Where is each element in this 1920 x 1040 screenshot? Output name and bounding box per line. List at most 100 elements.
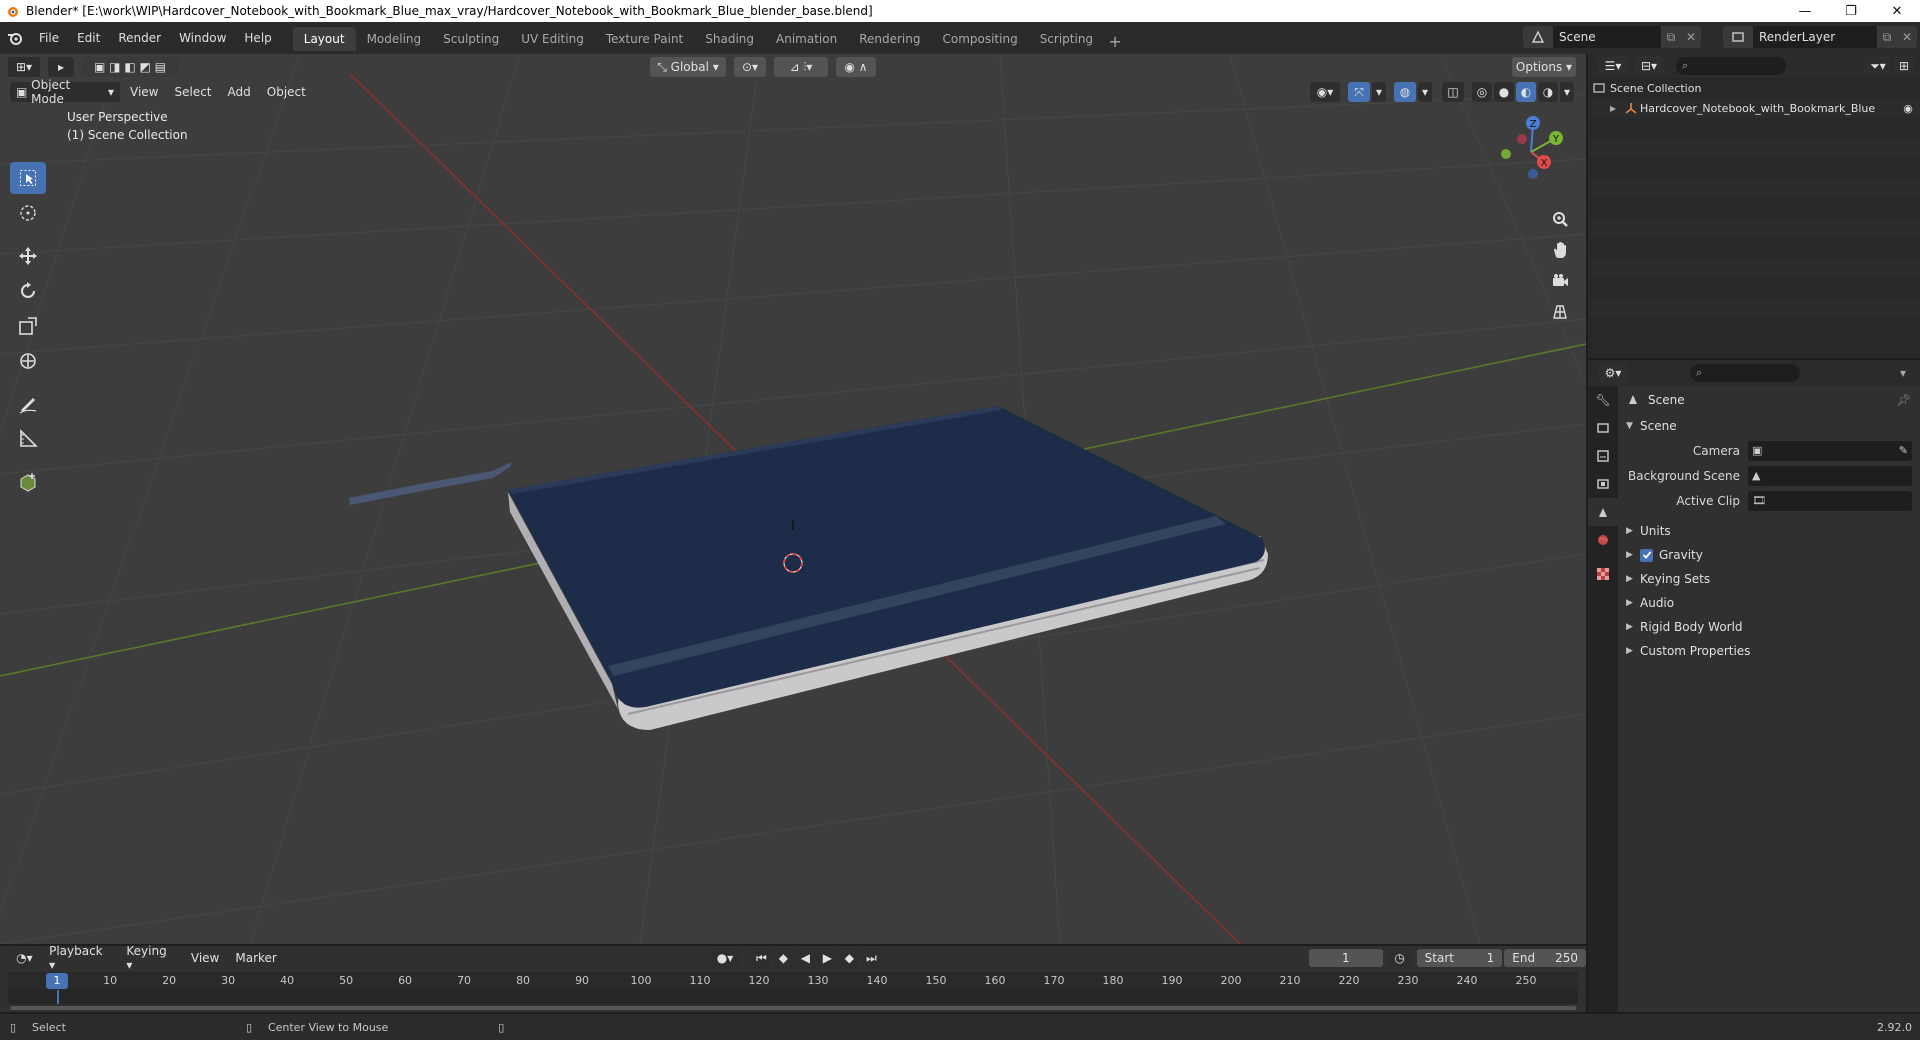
options-dropdown[interactable]: Options ▾ (1512, 57, 1576, 77)
tab-animation[interactable]: Animation (765, 27, 848, 51)
menu-window[interactable]: Window (170, 26, 235, 50)
play-reverse-icon[interactable]: ◀ (795, 948, 816, 968)
menu-playback[interactable]: Playback ▾ (41, 944, 118, 972)
add-workspace-icon[interactable]: + (1104, 32, 1126, 51)
restore-icon[interactable]: ❐ (1828, 0, 1874, 22)
proportional-edit-icon[interactable]: ◉ ∧ (836, 57, 876, 77)
transform-tool-icon[interactable] (10, 345, 46, 377)
jump-end-icon[interactable]: ⏭ (861, 948, 882, 968)
minimize-icon[interactable]: — (1782, 0, 1828, 22)
tab-modeling[interactable]: Modeling (356, 27, 433, 51)
expand-arrow-icon[interactable]: ▶ (1610, 104, 1622, 113)
end-frame-field[interactable]: End 250 (1504, 949, 1587, 967)
shading-dropdown-icon[interactable]: ▾ (1560, 82, 1574, 102)
3d-viewport[interactable]: ⊞▾ ▸ ▣ ◨ ◧ ◩ ▤ ⤡ Global ▾ ⊙▾ ⊿ ⫶▾ ◉ ∧ Op… (0, 54, 1586, 944)
gizmo-neg-z-handle[interactable] (1528, 169, 1538, 179)
pan-hand-icon[interactable] (1545, 235, 1575, 265)
renderlayer-name[interactable]: RenderLayer (1753, 26, 1877, 48)
menu-file[interactable]: File (30, 26, 68, 50)
properties-options-icon[interactable]: ▾ (1900, 366, 1920, 380)
texture-tab-icon[interactable] (1588, 560, 1618, 588)
panel-audio[interactable]: ▶ Audio (1618, 591, 1920, 615)
eye-icon[interactable]: ◉ (1896, 102, 1920, 115)
new-collection-icon[interactable]: ⊞ (1894, 56, 1914, 76)
current-frame-field[interactable]: 1 (1308, 949, 1383, 967)
outliner-editor-type-icon[interactable]: ☰▾ (1598, 56, 1628, 76)
measure-tool-icon[interactable] (10, 423, 46, 455)
panel-scene[interactable]: ▼ Scene (1618, 414, 1920, 438)
panel-keying-sets[interactable]: ▶ Keying Sets (1618, 567, 1920, 591)
copy-renderlayer-icon[interactable]: ⧉ (1877, 30, 1897, 45)
gizmo-toggle-icon[interactable]: ⤧ (1348, 82, 1370, 102)
prev-keyframe-icon[interactable]: ◆ (773, 948, 794, 968)
gizmo-neg-y-handle[interactable] (1501, 149, 1511, 159)
annotate-tool-icon[interactable] (10, 388, 46, 420)
overlays-dropdown-icon[interactable]: ▾ (1418, 82, 1432, 102)
outliner-search-input[interactable]: ⌕ (1676, 57, 1786, 75)
select-box-icon[interactable] (10, 162, 46, 194)
rotate-tool-icon[interactable] (10, 275, 46, 307)
tab-uv-editing[interactable]: UV Editing (510, 27, 595, 51)
solid-shading-icon[interactable]: ● (1494, 82, 1514, 102)
tab-texture-paint[interactable]: Texture Paint (595, 27, 694, 51)
mode-dropdown[interactable]: ▣ Object Mode ▾ (10, 78, 120, 106)
camera-view-icon[interactable] (1545, 266, 1575, 296)
panel-rigid-body-world[interactable]: ▶ Rigid Body World (1618, 615, 1920, 639)
pin-icon[interactable]: 📌︎ (1896, 393, 1920, 407)
remove-renderlayer-icon[interactable]: ✕ (1897, 30, 1917, 44)
background-scene-input[interactable]: ▲ (1748, 465, 1912, 486)
current-frame-marker[interactable]: 1 (46, 973, 68, 989)
menu-edit[interactable]: Edit (68, 26, 109, 50)
render-tab-icon[interactable] (1588, 414, 1618, 442)
view-layer-tab-icon[interactable] (1588, 470, 1618, 498)
tool-tab-icon[interactable]: 🔧︎ (1588, 386, 1618, 414)
move-tool-icon[interactable] (10, 240, 46, 272)
camera-input[interactable]: ▣ ✎ (1748, 440, 1912, 461)
frame-ruler[interactable]: 1 10 20 30 40 50 60 70 80 90 100 110 120 130 140 150 160… (8, 972, 1578, 990)
timeline-editor-type-icon[interactable]: ◔▾ (9, 948, 40, 968)
scale-tool-icon[interactable] (10, 310, 46, 342)
menu-add[interactable]: Add (220, 85, 259, 99)
panel-units[interactable]: ▶ Units (1618, 519, 1920, 543)
cursor-tool-icon[interactable] (10, 197, 46, 229)
active-clip-input[interactable]: 🎞︎ (1748, 490, 1912, 511)
tab-shading[interactable]: Shading (694, 27, 765, 51)
xray-icon[interactable]: ◫ (1442, 82, 1464, 102)
properties-search-input[interactable]: ⌕ (1690, 364, 1800, 382)
select-tool-icon[interactable]: ▸ (48, 57, 74, 77)
rendered-shading-icon[interactable]: ◑ (1538, 82, 1558, 102)
next-keyframe-icon[interactable]: ◆ (839, 948, 860, 968)
close-icon[interactable]: ✕ (1874, 0, 1920, 22)
tab-sculpting[interactable]: Sculpting (432, 27, 510, 51)
preview-range-icon[interactable]: ◷ (1388, 948, 1411, 968)
eyedropper-icon[interactable]: ✎ (1899, 444, 1908, 457)
menu-marker[interactable]: Marker (227, 951, 284, 965)
zoom-icon[interactable] (1545, 204, 1575, 234)
menu-render[interactable]: Render (109, 26, 170, 50)
menu-select[interactable]: Select (166, 85, 219, 99)
play-icon[interactable]: ▶ (817, 948, 838, 968)
material-shading-icon[interactable]: ◐ (1516, 82, 1536, 102)
menu-timeline-view[interactable]: View (183, 951, 227, 965)
start-frame-field[interactable]: Start 1 (1416, 949, 1503, 967)
tab-scripting[interactable]: Scripting (1029, 27, 1104, 51)
tab-layout[interactable]: Layout (292, 27, 356, 51)
outliner-row-scene-collection[interactable]: Scene Collection (1588, 78, 1920, 98)
selection-mode-icons[interactable]: ▣ ◨ ◧ ◩ ▤ (82, 57, 178, 77)
snap-icon[interactable]: ⊿ ⫶▾ (774, 57, 828, 77)
auto-keying-icon[interactable]: ●▾ (710, 948, 740, 968)
menu-object[interactable]: Object (259, 85, 314, 99)
navigation-gizmo[interactable]: Z Y X (1493, 112, 1571, 190)
panel-gravity[interactable]: ▶ Gravity (1618, 543, 1920, 567)
tab-compositing[interactable]: Compositing (931, 27, 1028, 51)
menu-view[interactable]: View (122, 85, 166, 99)
menu-keying[interactable]: Keying ▾ (118, 944, 183, 972)
gizmo-dropdown-icon[interactable]: ▾ (1372, 82, 1386, 102)
world-tab-icon[interactable] (1588, 526, 1618, 554)
timeline-track-area[interactable] (8, 990, 1578, 1004)
blender-menu-icon[interactable] (0, 30, 30, 46)
jump-start-icon[interactable]: ⏮ (751, 948, 772, 968)
remove-scene-icon[interactable]: ✕ (1681, 30, 1701, 44)
filter-icon[interactable]: ⏷▾ (1864, 56, 1892, 76)
scene-selector[interactable]: Scene ⧉ ✕ (1523, 26, 1701, 48)
